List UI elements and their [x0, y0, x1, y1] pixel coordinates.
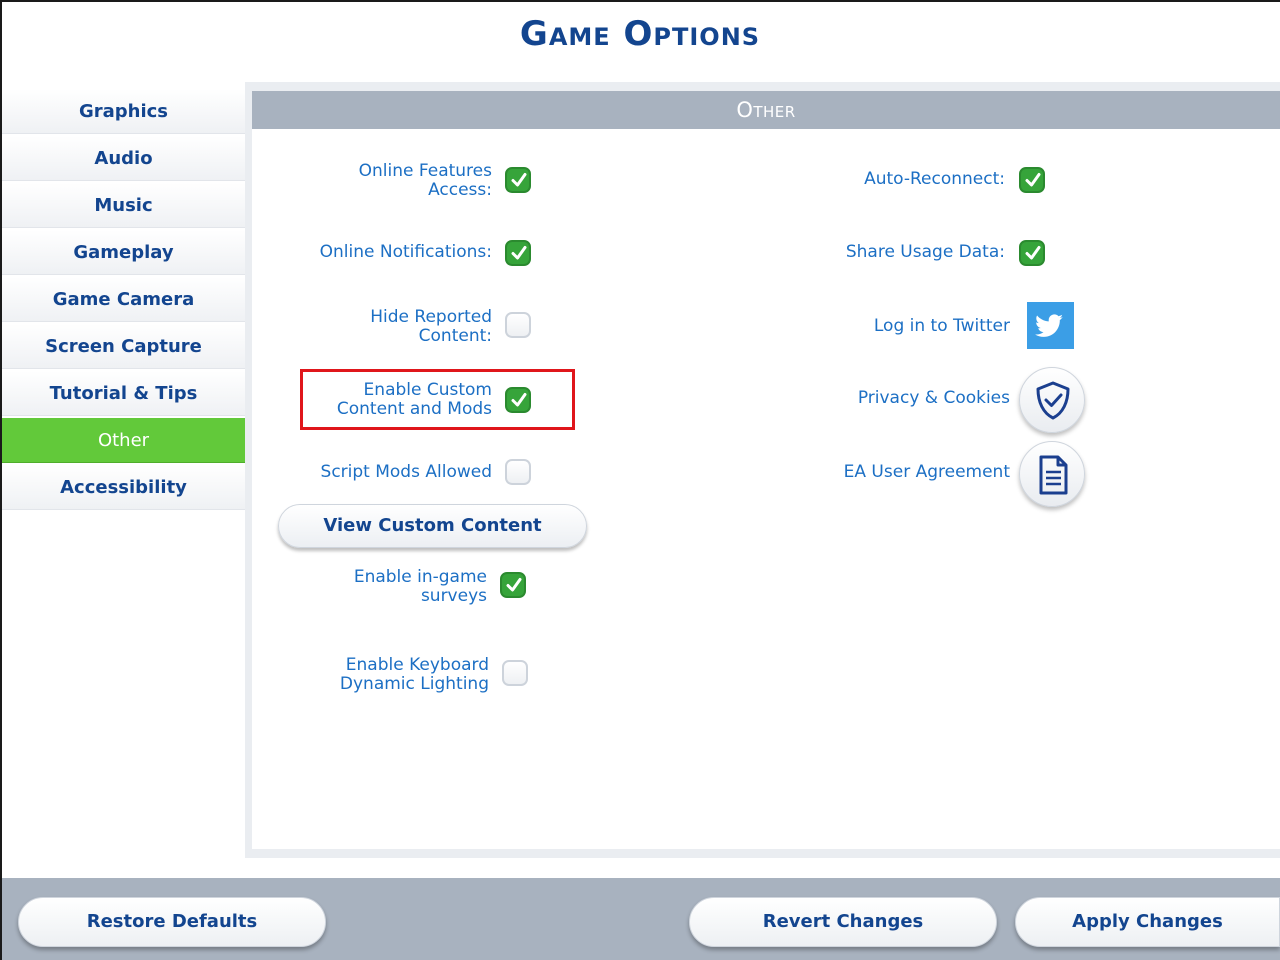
- sidebar-item-screen-capture[interactable]: Screen Capture: [2, 324, 245, 369]
- page-title: Game Options: [519, 14, 761, 54]
- document-icon: [1039, 455, 1068, 495]
- label-line: Content and Mods: [336, 399, 492, 419]
- in-game-surveys-label: Enable in-game surveys: [300, 568, 487, 606]
- twitter-login-button[interactable]: [1027, 302, 1074, 349]
- label-line: Enable Keyboard: [345, 655, 489, 675]
- shield-check-icon: [1036, 381, 1070, 420]
- privacy-cookies-button[interactable]: [1019, 367, 1085, 433]
- sidebar-item-label: Other: [97, 429, 150, 451]
- sidebar-item-other[interactable]: Other: [2, 418, 245, 463]
- label-line: Share Usage Data:: [845, 242, 1005, 262]
- revert-changes-button[interactable]: Revert Changes: [689, 897, 997, 947]
- checkmark-icon: [511, 393, 527, 407]
- share-usage-data-label: Share Usage Data:: [800, 243, 1005, 262]
- label-line: Dynamic Lighting: [339, 674, 489, 694]
- sidebar-item-label: Gameplay: [73, 241, 174, 263]
- online-features-checkbox[interactable]: [505, 167, 531, 193]
- label-line: Log in to Twitter: [873, 316, 1010, 336]
- label-line: Enable Custom: [363, 380, 492, 400]
- privacy-label: Privacy & Cookies: [800, 389, 1010, 408]
- script-mods-allowed-checkbox[interactable]: [505, 459, 531, 485]
- share-usage-data-checkbox[interactable]: [1019, 240, 1045, 266]
- hide-reported-content-label: Hide Reported Content:: [300, 308, 492, 346]
- auto-reconnect-label: Auto-Reconnect:: [800, 170, 1005, 189]
- checkmark-icon: [511, 246, 527, 260]
- sidebar-item-audio[interactable]: Audio: [2, 136, 245, 181]
- panel-header: Other: [252, 91, 1280, 129]
- view-custom-content-button[interactable]: View Custom Content: [278, 504, 587, 548]
- label-line: Auto-Reconnect:: [864, 169, 1005, 189]
- hide-reported-content-checkbox[interactable]: [505, 312, 531, 338]
- enable-custom-content-label: Enable Custom Content and Mods: [306, 381, 492, 419]
- sidebar-item-gameplay[interactable]: Gameplay: [2, 230, 245, 275]
- keyboard-lighting-checkbox[interactable]: [502, 660, 528, 686]
- sidebar: Graphics Audio Music Gameplay Game Camer…: [2, 82, 245, 512]
- label-line: Online Notifications:: [319, 242, 492, 262]
- label-line: surveys: [420, 586, 487, 606]
- sidebar-item-accessibility[interactable]: Accessibility: [2, 465, 245, 510]
- sidebar-item-label: Game Camera: [52, 288, 195, 310]
- sidebar-item-label: Music: [94, 194, 153, 216]
- sidebar-item-label: Accessibility: [60, 476, 187, 498]
- label-line: Content:: [418, 326, 492, 346]
- sidebar-item-label: Tutorial & Tips: [49, 382, 198, 404]
- in-game-surveys-checkbox[interactable]: [500, 572, 526, 598]
- sidebar-item-graphics[interactable]: Graphics: [2, 89, 245, 134]
- sidebar-item-tutorial-tips[interactable]: Tutorial & Tips: [2, 371, 245, 416]
- restore-defaults-button[interactable]: Restore Defaults: [18, 897, 326, 947]
- checkmark-icon: [1025, 246, 1041, 260]
- label-line: Enable in-game: [353, 567, 487, 587]
- checkmark-icon: [1025, 173, 1041, 187]
- auto-reconnect-checkbox[interactable]: [1019, 167, 1045, 193]
- checkmark-icon: [506, 578, 522, 592]
- online-notifications-checkbox[interactable]: [505, 240, 531, 266]
- online-features-label: Online Features Access:: [300, 162, 492, 200]
- enable-custom-content-checkbox[interactable]: [505, 387, 531, 413]
- label-line: Online Features: [358, 161, 492, 181]
- apply-changes-button[interactable]: Apply Changes: [1015, 897, 1280, 947]
- script-mods-allowed-label: Script Mods Allowed: [290, 463, 492, 482]
- sidebar-item-label: Screen Capture: [45, 335, 202, 357]
- twitter-label: Log in to Twitter: [800, 317, 1010, 336]
- sidebar-item-label: Audio: [94, 147, 153, 169]
- online-notifications-label: Online Notifications:: [290, 243, 492, 262]
- ea-user-agreement-button[interactable]: [1019, 441, 1085, 507]
- checkmark-icon: [511, 173, 527, 187]
- sidebar-item-game-camera[interactable]: Game Camera: [2, 277, 245, 322]
- twitter-bird-icon: [1035, 314, 1063, 337]
- label-line: EA User Agreement: [843, 462, 1010, 482]
- label-line: Script Mods Allowed: [320, 462, 492, 482]
- label-line: Privacy & Cookies: [857, 388, 1010, 408]
- label-line: Hide Reported: [370, 307, 492, 327]
- keyboard-lighting-label: Enable Keyboard Dynamic Lighting: [300, 656, 489, 694]
- label-line: Access:: [428, 180, 492, 200]
- ea-agreement-label: EA User Agreement: [800, 463, 1010, 482]
- sidebar-item-label: Graphics: [78, 100, 169, 122]
- sidebar-item-music[interactable]: Music: [2, 183, 245, 228]
